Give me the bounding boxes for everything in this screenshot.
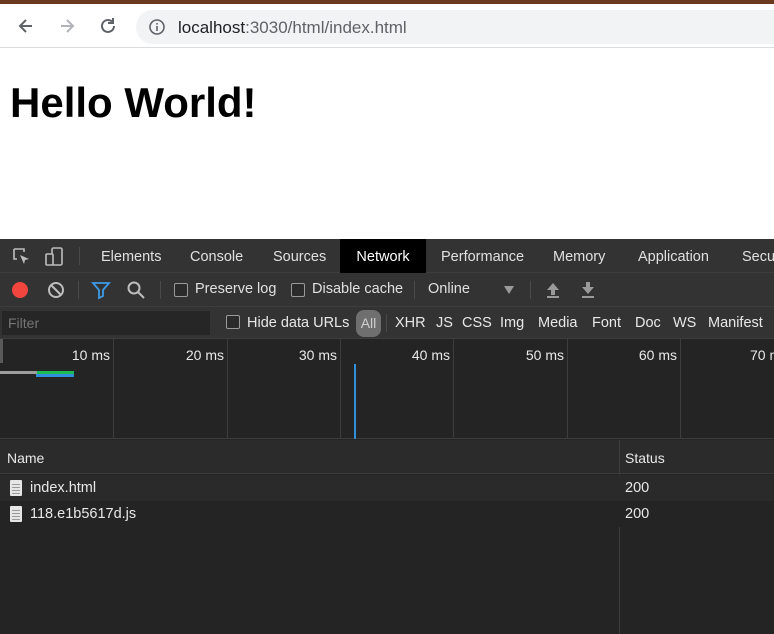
request-bar-waiting	[0, 371, 37, 374]
column-header-name[interactable]: Name	[7, 450, 44, 466]
devtools-panel: Elements Console Sources Network Perform…	[0, 239, 774, 634]
timeline-tick: 60 ms	[638, 347, 677, 363]
search-icon[interactable]	[126, 280, 146, 300]
timeline-grid-line	[567, 339, 568, 439]
timeline-tick: 40 ms	[411, 347, 450, 363]
overview-handle[interactable]	[0, 339, 3, 363]
throttling-select[interactable]: Online	[428, 281, 470, 297]
timeline-grid-line	[453, 339, 454, 439]
filter-ws[interactable]: WS	[673, 315, 696, 331]
page-content: Hello World!	[0, 49, 774, 239]
page-heading: Hello World!	[10, 79, 257, 126]
browser-toolbar: localhost:3030/html/index.html	[0, 4, 774, 48]
arrow-left-icon	[18, 19, 32, 33]
toolbar-separator	[414, 281, 415, 299]
timeline-tick: 50 ms	[525, 347, 564, 363]
record-button[interactable]	[12, 282, 28, 298]
devtools-tab-bar: Elements Console Sources Network Perform…	[0, 239, 774, 273]
tab-console[interactable]: Console	[190, 239, 243, 273]
filter-xhr[interactable]: XHR	[395, 315, 426, 331]
filter-manifest[interactable]: Manifest	[708, 315, 763, 331]
request-name: 118.e1b5617d.js	[30, 506, 137, 522]
inspect-element-icon[interactable]	[11, 246, 33, 268]
arrow-right-icon	[61, 19, 75, 33]
filter-input[interactable]	[2, 311, 210, 335]
timeline-tick: 10 ms	[71, 347, 110, 363]
export-har-icon[interactable]	[579, 280, 597, 300]
disable-cache-checkbox[interactable]	[291, 283, 305, 297]
request-bar-js	[36, 374, 74, 377]
tab-sources[interactable]: Sources	[273, 239, 326, 273]
filter-separator	[386, 314, 387, 332]
table-row[interactable]: index.html 200	[0, 475, 774, 501]
dropdown-arrow-icon[interactable]	[503, 285, 515, 295]
timeline-grid-line	[227, 339, 228, 439]
tab-separator	[79, 247, 80, 265]
preserve-log-checkbox[interactable]	[174, 283, 188, 297]
timeline-grid-line	[680, 339, 681, 439]
filter-icon[interactable]	[91, 280, 111, 300]
clear-icon[interactable]	[46, 280, 66, 300]
disable-cache-label: Disable cache	[312, 281, 404, 297]
url-host: localhost	[178, 18, 246, 37]
filter-doc[interactable]: Doc	[635, 315, 661, 331]
requests-table-header: Name Status	[0, 440, 774, 474]
url-text: localhost:3030/html/index.html	[178, 18, 407, 38]
timeline-tick: 30 ms	[298, 347, 337, 363]
toolbar-separator	[78, 281, 79, 299]
import-har-icon[interactable]	[544, 280, 562, 300]
tab-security[interactable]: Secu	[742, 239, 774, 273]
tab-performance[interactable]: Performance	[441, 239, 524, 273]
timeline-grid-line	[113, 339, 114, 439]
filter-js[interactable]: JS	[436, 315, 453, 331]
device-toolbar-icon[interactable]	[43, 246, 65, 268]
timeline-grid-line	[340, 339, 341, 439]
filter-font[interactable]: Font	[592, 315, 621, 331]
hide-data-urls-checkbox[interactable]	[226, 315, 240, 329]
table-row[interactable]: 118.e1b5617d.js 200	[0, 501, 774, 527]
dom-content-loaded-marker	[354, 364, 356, 439]
tab-network[interactable]: Network	[340, 239, 426, 273]
timeline-tick: 20 ms	[185, 347, 224, 363]
toolbar-separator	[160, 281, 161, 299]
filter-media[interactable]: Media	[538, 315, 578, 331]
info-icon[interactable]	[148, 18, 166, 36]
column-header-status[interactable]: Status	[625, 450, 665, 466]
document-icon	[10, 480, 22, 496]
network-overview[interactable]: 10 ms 20 ms 30 ms 40 ms 50 ms 60 ms 70 m	[0, 339, 774, 439]
filter-all-button[interactable]: All	[356, 310, 381, 337]
document-icon	[10, 506, 22, 522]
timeline-tick: 70 m	[750, 347, 774, 363]
column-divider[interactable]	[619, 440, 620, 634]
preserve-log-label: Preserve log	[195, 281, 277, 297]
forward-button[interactable]	[53, 12, 81, 40]
request-name: index.html	[30, 480, 97, 496]
back-button[interactable]	[12, 12, 40, 40]
filter-css[interactable]: CSS	[462, 315, 492, 331]
filter-bar: Hide data URLs All XHR JS CSS Img Media …	[0, 307, 774, 339]
reload-icon	[101, 18, 115, 33]
filter-img[interactable]: Img	[500, 315, 524, 331]
tab-memory[interactable]: Memory	[553, 239, 605, 273]
request-status: 200	[625, 506, 650, 522]
address-bar[interactable]: localhost:3030/html/index.html	[136, 10, 774, 44]
url-path: :3030/html/index.html	[245, 18, 407, 37]
network-toolbar: Preserve log Disable cache Online	[0, 273, 774, 307]
reload-button[interactable]	[94, 12, 122, 40]
toolbar-separator	[530, 281, 531, 299]
hide-data-urls-label: Hide data URLs	[247, 315, 350, 331]
tab-elements[interactable]: Elements	[101, 239, 161, 273]
tab-application[interactable]: Application	[638, 239, 709, 273]
request-status: 200	[625, 480, 650, 496]
